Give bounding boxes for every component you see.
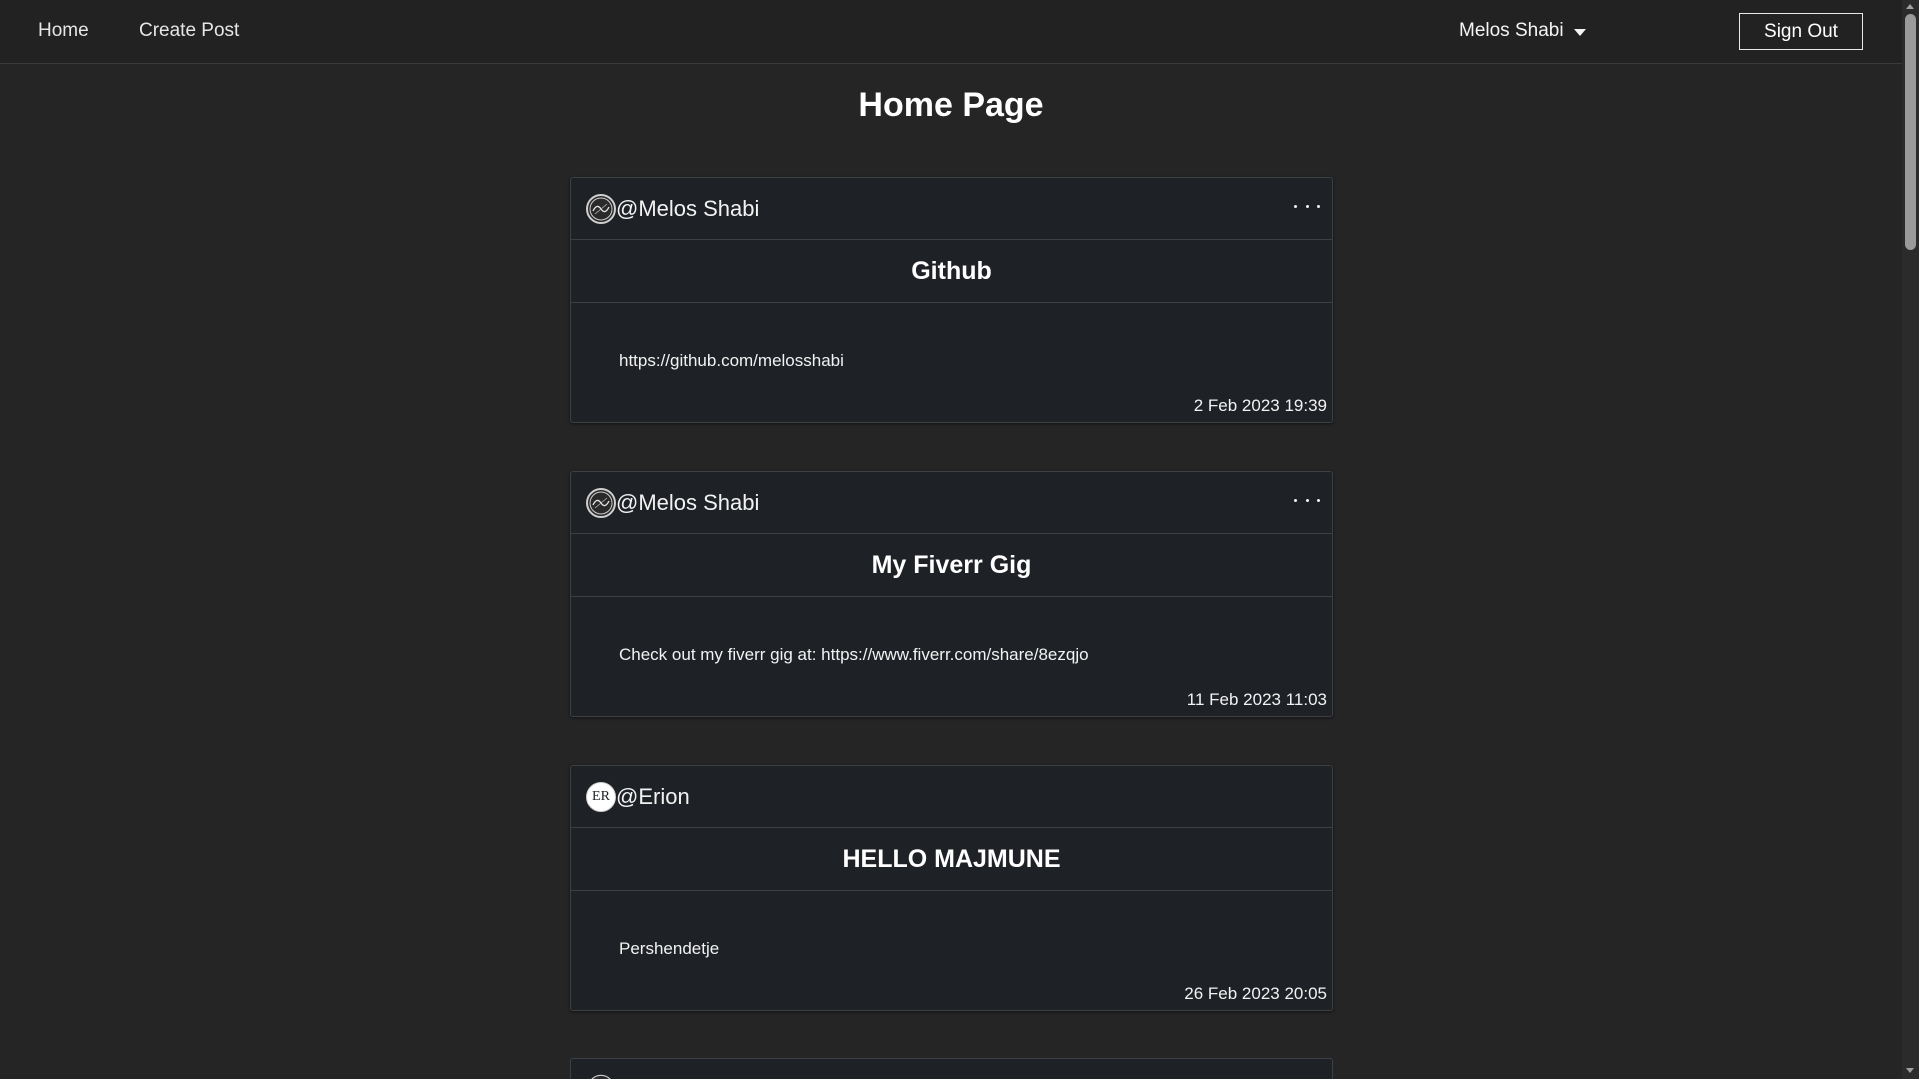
- post-title: HELLO MAJMUNE: [571, 828, 1332, 891]
- post-card: ER @Erion HELLO MAJMUNE Pershendetje 26 …: [570, 765, 1333, 1011]
- scroll-thumb[interactable]: [1905, 14, 1916, 250]
- post-card: @Melos Shabi My Fiverr Gig Check out my …: [570, 471, 1333, 717]
- page-title: Home Page: [858, 86, 1044, 124]
- post-list: @Melos Shabi Github https://github.com/m…: [570, 177, 1333, 1059]
- avatar-initials: ER: [592, 788, 610, 804]
- author-avatar[interactable]: [586, 487, 616, 518]
- post-text: https://github.com/melosshabi: [619, 351, 844, 370]
- logo-avatar-icon: [591, 1074, 611, 1079]
- nav-create-post-link[interactable]: Create Post: [139, 20, 239, 42]
- caret-down-icon: [1573, 28, 1586, 36]
- post-author[interactable]: @Melos Shabi: [616, 490, 759, 516]
- post-title: Github: [571, 240, 1332, 303]
- post-header: @Melos Shabi: [571, 178, 1332, 240]
- post-body: Pershendetje 26 Feb 2023 20:05: [571, 891, 1332, 1010]
- author-avatar[interactable]: [586, 193, 616, 224]
- sign-out-button[interactable]: Sign Out: [1739, 13, 1863, 50]
- post-title: My Fiverr Gig: [571, 534, 1332, 597]
- scroll-up-arrow-icon[interactable]: [1906, 4, 1914, 9]
- more-horizontal-icon[interactable]: [1292, 488, 1322, 512]
- vertical-scrollbar[interactable]: [1902, 0, 1919, 1079]
- post-date: 26 Feb 2023 20:05: [1184, 984, 1327, 1003]
- post-header: @Melos Shabi: [571, 472, 1332, 534]
- scroll-down-arrow-icon[interactable]: [1906, 1068, 1914, 1073]
- logo-avatar-icon: [589, 491, 613, 514]
- user-name: Melos Shabi: [1459, 20, 1564, 41]
- nav-home-link[interactable]: Home: [38, 20, 89, 42]
- post-author[interactable]: @Erion: [616, 784, 690, 810]
- post-text: Check out my fiverr gig at: https://www.…: [619, 645, 1089, 664]
- post-card-partial: [570, 1058, 1333, 1079]
- post-date: 11 Feb 2023 11:03: [1186, 690, 1327, 709]
- post-card: @Melos Shabi Github https://github.com/m…: [570, 177, 1333, 423]
- navbar: Home Create Post Melos Shabi Sign Out: [0, 0, 1902, 64]
- post-author[interactable]: @Melos Shabi: [616, 196, 759, 222]
- user-menu-dropdown[interactable]: Melos Shabi: [1459, 20, 1586, 42]
- post-text: Pershendetje: [619, 939, 720, 958]
- post-body: https://github.com/melosshabi 2 Feb 2023…: [571, 303, 1332, 422]
- post-body: Check out my fiverr gig at: https://www.…: [571, 597, 1332, 716]
- app-root: Home Create Post Melos Shabi Sign Out Ho…: [0, 0, 1919, 1079]
- more-horizontal-icon[interactable]: [1292, 194, 1322, 218]
- post-date: 2 Feb 2023 19:39: [1193, 396, 1327, 415]
- logo-avatar-icon: [589, 197, 613, 220]
- post-header: ER @Erion: [571, 766, 1332, 828]
- author-avatar[interactable]: ER: [586, 781, 616, 812]
